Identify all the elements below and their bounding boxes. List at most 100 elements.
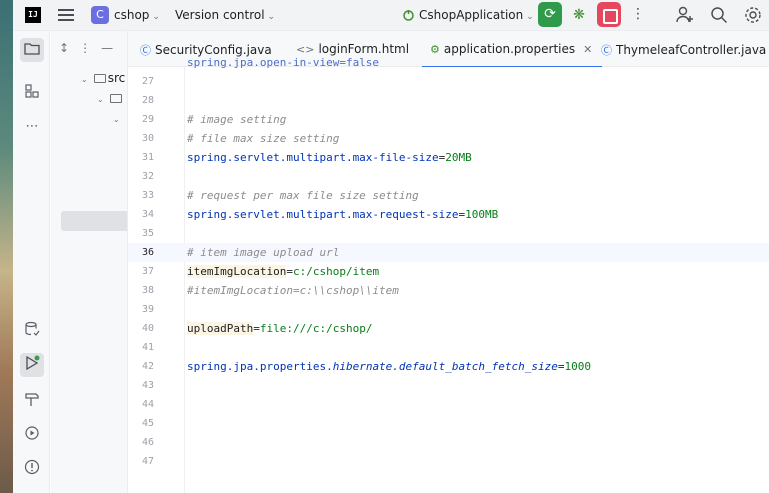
- collapse-all-icon[interactable]: ↕: [59, 41, 79, 55]
- tree-item-folder[interactable]: ⌄: [97, 91, 124, 105]
- code-line[interactable]: 33 # request per max file size setting: [128, 186, 769, 205]
- bug-icon: ❋: [573, 7, 585, 23]
- property-key: spring.servlet.multipart.max-file-size: [187, 151, 439, 164]
- chevron-down-icon: ⌄: [81, 75, 88, 84]
- property-value: 100MB: [465, 208, 499, 221]
- project-selector[interactable]: cshop ⌄: [114, 8, 160, 22]
- code-line[interactable]: 28: [128, 91, 769, 110]
- debug-button[interactable]: ❋: [570, 6, 588, 24]
- rerun-button[interactable]: ⟳: [538, 2, 562, 27]
- close-icon[interactable]: ✕: [583, 43, 592, 56]
- chevron-down-icon: ⌄: [113, 115, 120, 124]
- line-number: 33: [141, 190, 154, 201]
- ide-logo: IJ: [25, 7, 41, 23]
- line-number: 38: [141, 285, 154, 296]
- folder-icon: [109, 94, 122, 103]
- code-editor[interactable]: spring.jpa.open-in-view=false 27 28 29 # …: [128, 56, 769, 493]
- services-icon: [25, 426, 39, 440]
- property-value: 20MB: [445, 151, 472, 164]
- search-icon[interactable]: [709, 5, 729, 25]
- run-config-name: CshopApplication: [419, 8, 524, 22]
- run-configuration-selector[interactable]: CshopApplication ⌄: [402, 8, 534, 22]
- comment: #itemImgLocation=c:\\cshop\\item: [187, 284, 399, 297]
- stop-button[interactable]: [597, 2, 621, 27]
- warning-icon: [24, 459, 40, 475]
- line-number: 46: [141, 437, 154, 448]
- database-icon: [25, 321, 40, 336]
- project-panel: ↕⋮— ⌄ src ⌄ ⌄: [51, 31, 128, 493]
- property-key: uploadPath: [187, 322, 254, 335]
- code-line[interactable]: 27: [128, 72, 769, 91]
- code-line[interactable]: 30 # file max size setting: [128, 129, 769, 148]
- project-tool-button[interactable]: [20, 38, 44, 62]
- project-badge[interactable]: C: [91, 6, 109, 24]
- code-line[interactable]: 34 spring.servlet.multipart.max-request-s…: [128, 205, 769, 224]
- more-tools-icon[interactable]: ⋯: [22, 117, 42, 137]
- hide-panel-icon[interactable]: —: [101, 41, 123, 55]
- property-value: file:///c:/cshop/: [259, 322, 373, 335]
- version-control-menu[interactable]: Version control ⌄: [175, 8, 275, 22]
- tree-selection[interactable]: [61, 211, 127, 231]
- code-line[interactable]: 44: [128, 395, 769, 414]
- tab-thymeleafcontroller[interactable]: Ⓒ ThymeleafController.java: [601, 42, 766, 58]
- code-line[interactable]: 39: [128, 300, 769, 319]
- code-line[interactable]: 32: [128, 167, 769, 186]
- line-number: 34: [141, 209, 154, 220]
- code-line[interactable]: 40 uploadPath=file:///c:/cshop/: [128, 319, 769, 338]
- folder-icon: [93, 74, 106, 83]
- code-line[interactable]: 37 itemImgLocation=c:/cshop/item: [128, 262, 769, 281]
- line-number: 40: [141, 323, 154, 334]
- line-number: 31: [141, 152, 154, 163]
- comment: # image setting: [187, 113, 287, 126]
- properties-icon: ⚙: [430, 43, 440, 56]
- desktop-background: [0, 0, 13, 493]
- chevron-down-icon: ⌄: [526, 12, 534, 22]
- code-line[interactable]: 35: [128, 224, 769, 243]
- comment: # item image upload url: [187, 246, 340, 259]
- property-key-prefix: spring.jpa.properties.: [187, 360, 333, 373]
- tab-loginform[interactable]: <> loginForm.html: [296, 42, 409, 56]
- code-line[interactable]: 41: [128, 338, 769, 357]
- more-actions-icon[interactable]: ⋮: [631, 6, 645, 22]
- code-line[interactable]: 46: [128, 433, 769, 452]
- main-menu-button[interactable]: [57, 6, 75, 24]
- code-line[interactable]: 38 #itemImgLocation=c:\\cshop\\item: [128, 281, 769, 300]
- property-value: 1000: [564, 360, 592, 373]
- current-code-line[interactable]: 36 # item image upload url: [128, 243, 769, 262]
- property-key: spring.servlet.multipart.max-request-siz…: [187, 208, 459, 221]
- tab-label: application.properties: [443, 42, 576, 56]
- code-line[interactable]: 43: [128, 376, 769, 395]
- options-icon[interactable]: ⋮: [79, 41, 101, 55]
- chevron-down-icon: ⌄: [267, 12, 276, 22]
- tab-label: loginForm.html: [318, 42, 410, 56]
- tree-item-src[interactable]: ⌄ src: [81, 71, 125, 85]
- run-tool-button[interactable]: [20, 353, 44, 377]
- build-tool-button[interactable]: [22, 391, 42, 411]
- line-number: 32: [141, 171, 154, 182]
- tab-application-properties[interactable]: ⚙ application.properties ✕: [421, 42, 603, 68]
- code-line[interactable]: 31 spring.servlet.multipart.max-file-size…: [128, 148, 769, 167]
- add-user-icon[interactable]: [675, 5, 695, 25]
- problems-tool-button[interactable]: [22, 459, 42, 479]
- database-tool-button[interactable]: [22, 321, 42, 341]
- line-number: 30: [141, 133, 154, 144]
- code-line[interactable]: 42 spring.jpa.properties.hibernate.defaul…: [128, 357, 769, 376]
- tab-label: ThymeleafController.java: [616, 43, 767, 57]
- line-number: 37: [141, 266, 154, 277]
- code-line[interactable]: 29 # image setting: [128, 110, 769, 129]
- code-line[interactable]: 45: [128, 414, 769, 433]
- comment: # file max size setting: [187, 132, 340, 145]
- tree-item-collapsed[interactable]: ⌄: [113, 111, 126, 125]
- code-line[interactable]: 47: [128, 452, 769, 471]
- line-number: 27: [141, 76, 154, 87]
- settings-icon[interactable]: [743, 5, 763, 25]
- structure-tool-button[interactable]: [22, 83, 42, 103]
- run-icon: [26, 355, 40, 371]
- services-tool-button[interactable]: [22, 425, 42, 445]
- line-number: 28: [141, 95, 154, 106]
- line-number: 45: [141, 418, 154, 429]
- line-number: 41: [141, 342, 154, 353]
- comment: # request per max file size setting: [187, 189, 419, 202]
- tree-item-label: src: [107, 71, 126, 85]
- hammer-icon: [25, 393, 39, 406]
